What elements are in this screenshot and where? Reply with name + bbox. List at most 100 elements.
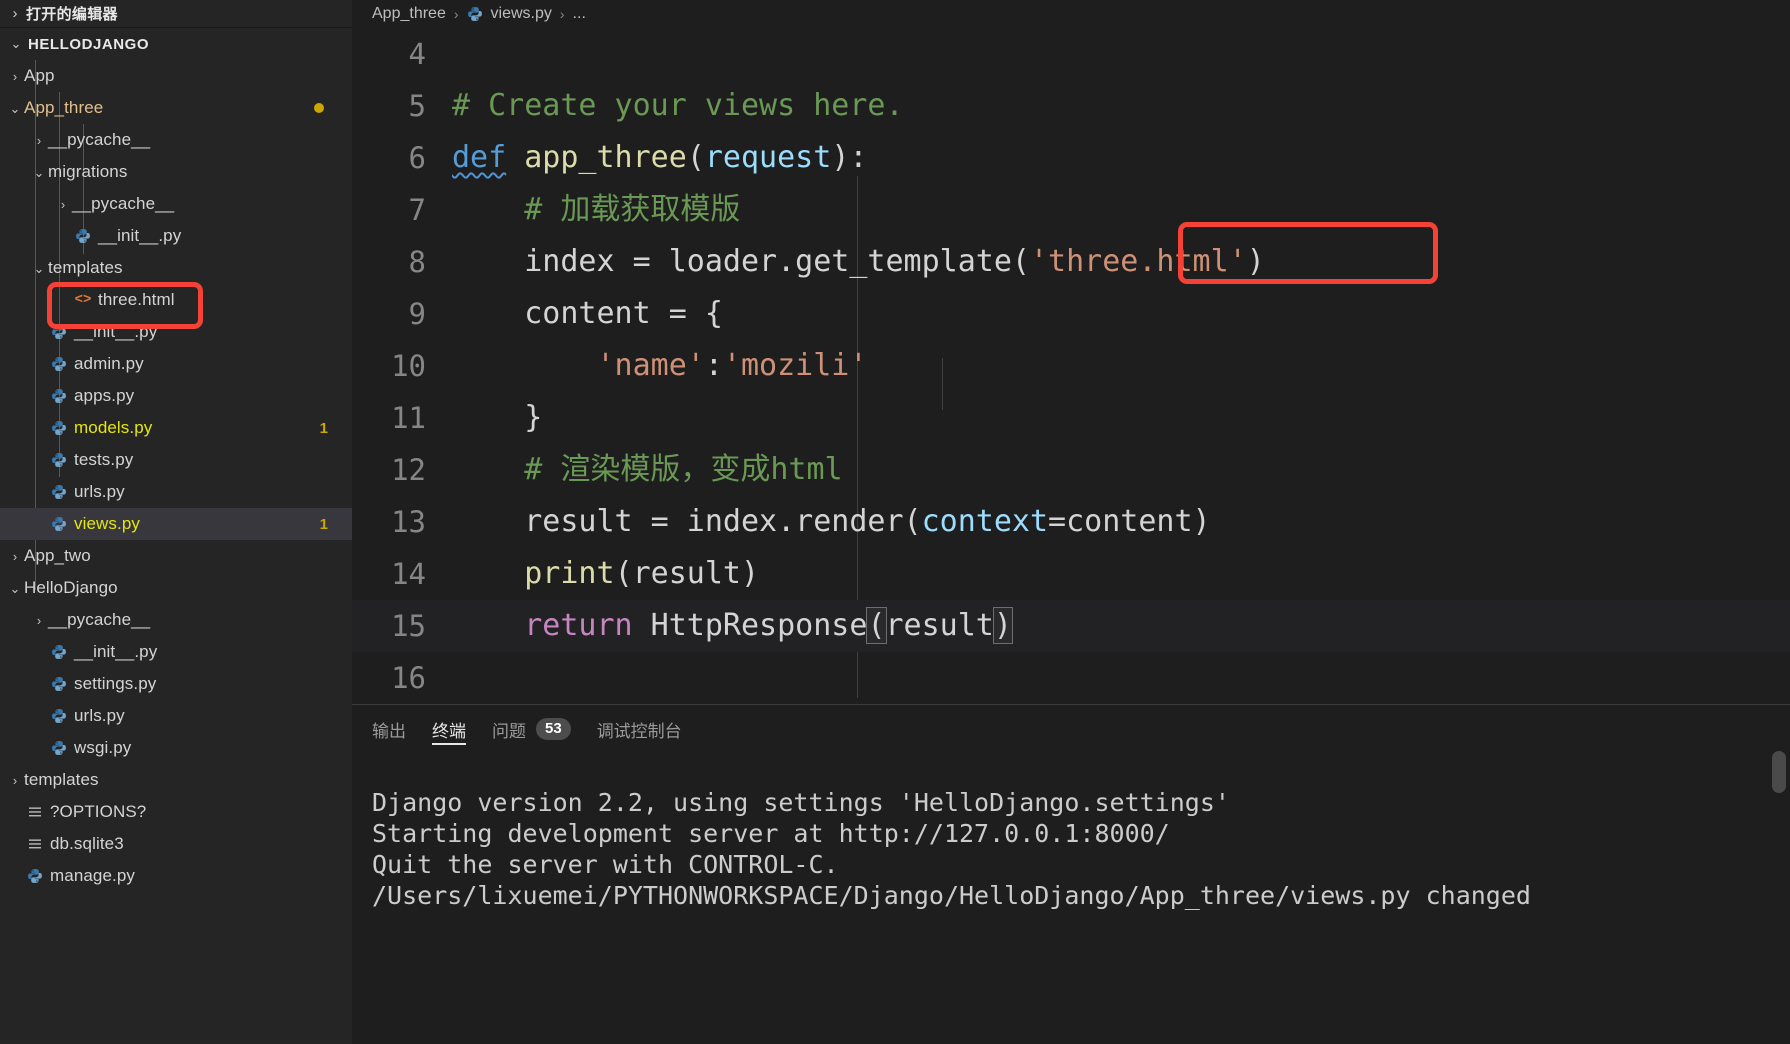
tree-item-label: views.py bbox=[74, 514, 140, 533]
panel-tab-3[interactable]: 调试控制台 bbox=[597, 705, 682, 753]
code-line[interactable]: 4 bbox=[352, 28, 1790, 80]
tree-item--init-py[interactable]: __init__.py bbox=[0, 220, 352, 252]
tree-item-label: admin.py bbox=[74, 354, 144, 373]
code-line[interactable]: 13 result = index.render(context=content… bbox=[352, 496, 1790, 548]
code-line[interactable]: 14 print(result) bbox=[352, 548, 1790, 600]
line-number: 10 bbox=[391, 349, 426, 383]
tree-item-tests-py[interactable]: tests.py bbox=[0, 444, 352, 476]
workspace-root-label: HELLODJANGO bbox=[28, 35, 150, 53]
breadcrumb-separator-icon: › bbox=[453, 6, 459, 22]
html-file-icon: <> bbox=[74, 292, 92, 308]
breadcrumb[interactable]: App_three › views.py › ... bbox=[352, 0, 1790, 28]
tree-item-manage-py[interactable]: manage.py bbox=[0, 860, 352, 892]
tree-item--pycache-[interactable]: › __pycache__ bbox=[0, 604, 352, 636]
workspace-root-header[interactable]: ⌄ HELLODJANGO bbox=[0, 28, 352, 60]
breadcrumb-item-folder[interactable]: App_three bbox=[372, 5, 446, 23]
tree-item-migrations[interactable]: ⌄ migrations bbox=[0, 156, 352, 188]
code-token: # Create your views here. bbox=[452, 88, 904, 123]
line-number: 14 bbox=[391, 557, 426, 591]
code-token: # 加载获取模版 bbox=[524, 192, 741, 227]
panel-tab-label: 终端 bbox=[432, 721, 466, 741]
breadcrumb-item-file[interactable]: views.py bbox=[491, 5, 552, 23]
code-line[interactable]: 10 'name':'mozili' bbox=[352, 340, 1790, 392]
code-token: 'mozili' bbox=[722, 348, 868, 383]
tree-item-label: __pycache__ bbox=[72, 194, 175, 213]
python-file-icon bbox=[467, 6, 483, 22]
chevron-right-icon: › bbox=[60, 196, 66, 212]
tree-item-app[interactable]: › App bbox=[0, 60, 352, 92]
line-number: 5 bbox=[408, 89, 426, 123]
code-token: 'name' bbox=[596, 348, 705, 383]
panel-tab-1[interactable]: 终端 bbox=[432, 705, 466, 753]
tree-item-urls-py[interactable]: urls.py bbox=[0, 476, 352, 508]
tree-item-label: settings.py bbox=[74, 674, 157, 693]
problems-count-badge: 53 bbox=[536, 718, 571, 740]
code-token: ) bbox=[992, 607, 1013, 644]
code-line-content: index = loader.get_template('three.html'… bbox=[452, 247, 1265, 277]
code-token: result bbox=[885, 608, 994, 643]
tree-item-app-three[interactable]: ⌄ App_three bbox=[0, 92, 352, 124]
breadcrumb-separator-icon-2: › bbox=[559, 6, 565, 22]
tree-item--pycache-[interactable]: › __pycache__ bbox=[0, 188, 352, 220]
python-file-icon bbox=[48, 482, 70, 502]
line-number: 11 bbox=[391, 401, 426, 435]
panel-tab-2[interactable]: 问题 53 bbox=[492, 705, 571, 753]
file-tree[interactable]: › App ⌄ App_three › __pycache__ ⌄ migrations › __… bbox=[0, 60, 352, 1044]
line-number: 7 bbox=[408, 193, 426, 227]
code-line[interactable]: 8 index = loader.get_template('three.htm… bbox=[352, 236, 1790, 288]
code-line[interactable]: 11 } bbox=[352, 392, 1790, 444]
tree-item--init-py[interactable]: __init__.py bbox=[0, 316, 352, 348]
generic-file-icon bbox=[24, 802, 46, 822]
tree-item-label: __init__.py bbox=[98, 226, 182, 245]
tree-item--init-py[interactable]: __init__.py bbox=[0, 636, 352, 668]
tree-item-templates[interactable]: ⌄ templates bbox=[0, 252, 352, 284]
code-line[interactable]: 15 return HttpResponse(result) bbox=[352, 600, 1790, 652]
code-line-content: result = index.render(context=content) bbox=[452, 507, 1210, 537]
code-line[interactable]: 7 # 加载获取模版 bbox=[352, 184, 1790, 236]
tree-item--pycache-[interactable]: › __pycache__ bbox=[0, 124, 352, 156]
chevron-down-icon: ⌄ bbox=[9, 580, 21, 596]
panel-tab-0[interactable]: 输出 bbox=[372, 705, 406, 753]
code-line-content: 'name':'mozili' bbox=[452, 348, 868, 383]
tree-item-app-two[interactable]: › App_two bbox=[0, 540, 352, 572]
code-line[interactable]: 16 bbox=[352, 652, 1790, 704]
python-file-icon bbox=[48, 354, 70, 374]
open-editors-section-header[interactable]: › 打开的编辑器 bbox=[0, 0, 352, 28]
tree-item--options-[interactable]: ?OPTIONS? bbox=[0, 796, 352, 828]
code-line[interactable]: 12 # 渲染模版，变成html bbox=[352, 444, 1790, 496]
tree-item-label: three.html bbox=[98, 290, 175, 309]
tree-item-three-html[interactable]: <> three.html bbox=[0, 284, 352, 316]
tree-item-urls-py[interactable]: urls.py bbox=[0, 700, 352, 732]
line-number: 9 bbox=[408, 297, 426, 331]
tree-item-models-py[interactable]: models.py 1 bbox=[0, 412, 352, 444]
tree-item-templates[interactable]: › templates bbox=[0, 764, 352, 796]
code-token: content = { bbox=[452, 296, 723, 331]
chevron-down-icon: ⌄ bbox=[33, 260, 45, 276]
code-line[interactable]: 9 content = { bbox=[352, 288, 1790, 340]
tree-item-views-py[interactable]: views.py 1 bbox=[0, 508, 352, 540]
tree-item-label: __init__.py bbox=[74, 642, 158, 661]
code-editor[interactable]: 4 5 # Create your views here. 6 def app_thre… bbox=[352, 28, 1790, 704]
terminal-line: /Users/lixuemei/PYTHONWORKSPACE/Django/H… bbox=[372, 881, 1531, 910]
code-line[interactable]: 6 def app_three(request): bbox=[352, 132, 1790, 184]
code-token: 'three.html' bbox=[1029, 244, 1247, 279]
terminal-output[interactable]: Django version 2.2, using settings 'Hell… bbox=[352, 753, 1790, 1044]
tree-item-wsgi-py[interactable]: wsgi.py bbox=[0, 732, 352, 764]
tree-item-hellodjango[interactable]: ⌄ HelloDjango bbox=[0, 572, 352, 604]
tree-item-admin-py[interactable]: admin.py bbox=[0, 348, 352, 380]
chevron-right-icon: › bbox=[12, 68, 18, 84]
code-token: print bbox=[524, 556, 615, 591]
tree-item-db-sqlite3[interactable]: db.sqlite3 bbox=[0, 828, 352, 860]
terminal-scrollbar-thumb[interactable] bbox=[1772, 751, 1786, 793]
code-line[interactable]: 5 # Create your views here. bbox=[352, 80, 1790, 132]
tree-item-apps-py[interactable]: apps.py bbox=[0, 380, 352, 412]
tree-item-settings-py[interactable]: settings.py bbox=[0, 668, 352, 700]
panel-tab-bar[interactable]: 输出 终端 问题 53 调试控制台 bbox=[352, 705, 1790, 753]
code-token: HttpResponse bbox=[632, 608, 868, 643]
code-token: request bbox=[704, 140, 832, 175]
breadcrumb-item-more[interactable]: ... bbox=[573, 5, 586, 23]
python-file-icon bbox=[48, 418, 70, 438]
chevron-down-icon: ⌄ bbox=[33, 164, 45, 180]
